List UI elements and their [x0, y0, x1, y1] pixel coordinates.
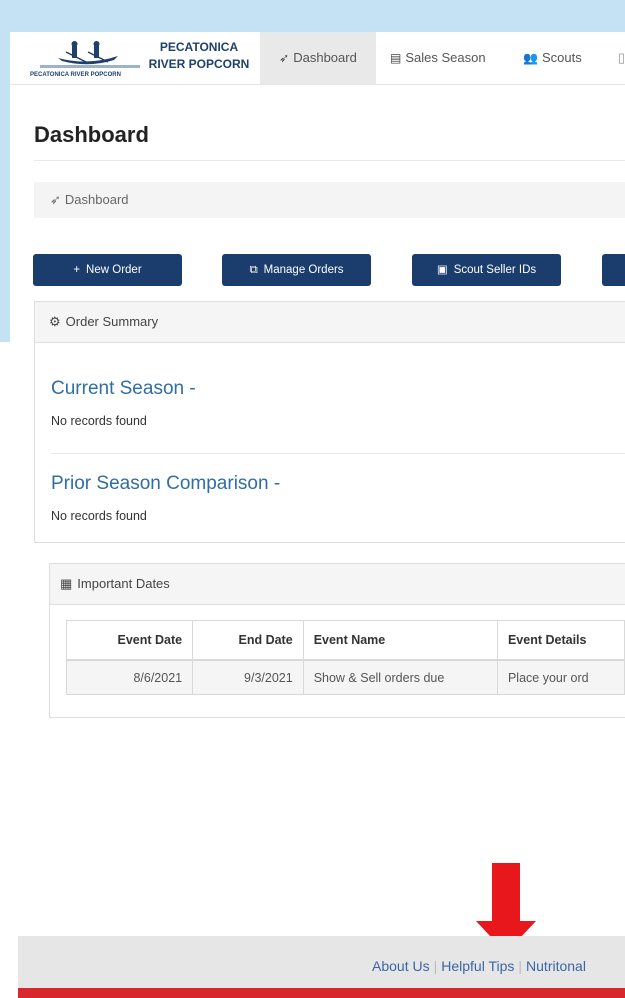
calendar-icon: ▦	[60, 576, 73, 591]
top-navbar: PECATONICA RIVER POPCORN PECATONICA RIVE…	[10, 32, 625, 85]
table-header-row: Event Date End Date Event Name Event Det…	[65, 620, 625, 661]
current-season-title: Current Season -	[51, 378, 196, 399]
cell-event-name: Show & Sell orders due	[302, 659, 498, 695]
users-icon: 👥	[523, 51, 538, 65]
logo-subtext: PECATONICA RIVER POPCORN	[30, 72, 121, 78]
cogs-icon: ⚙	[49, 314, 61, 329]
annotation-arrow-shaft	[492, 863, 520, 921]
nav-scouts-label: Scouts	[541, 50, 582, 65]
order-summary-panel: ⚙ Order Summary Current Season - No recor…	[34, 301, 625, 543]
nav-dashboard[interactable]: ➶ Dashboard	[260, 32, 376, 84]
column-header-event-date[interactable]: Event Date	[65, 620, 194, 661]
prior-season-empty: No records found	[51, 509, 147, 523]
footer-link-about-us[interactable]: About Us	[372, 958, 430, 974]
footer-separator: |	[433, 958, 438, 974]
footer-separator: |	[518, 958, 523, 974]
rocket-icon: ➶	[50, 192, 61, 207]
footer-red-bar	[18, 988, 625, 998]
logo-tagline-line	[40, 65, 140, 68]
brand-name[interactable]: PECATONICA RIVER POPCORN	[144, 39, 254, 73]
breadcrumb-dashboard[interactable]: Dashboard	[65, 192, 129, 207]
cell-event-details: Place your ord	[496, 659, 625, 695]
id-card-icon: ▣	[436, 264, 448, 276]
brand-name-line1: PECATONICA	[159, 40, 239, 54]
current-season-empty: No records found	[51, 414, 147, 428]
scout-seller-ids-button[interactable]: ▣ Scout Seller IDs	[412, 254, 561, 286]
rocket-icon: ➶	[279, 51, 290, 65]
page-title: Dashboard	[34, 122, 149, 147]
footer-link-nutritional[interactable]: Nutritonal	[526, 958, 586, 974]
column-header-event-name[interactable]: Event Name	[302, 620, 498, 661]
background-top	[0, 0, 625, 32]
file-icon: ▤	[390, 51, 402, 65]
column-header-event-details[interactable]: Event Details	[496, 620, 625, 661]
footer-link-helpful-tips[interactable]: Helpful Tips	[441, 958, 514, 974]
footer: About Us | Helpful Tips | Nutritonal	[18, 936, 625, 988]
brand-name-line2: RIVER POPCORN	[148, 57, 250, 71]
cell-event-date: 8/6/2021	[65, 659, 194, 695]
new-order-button[interactable]: + New Order	[33, 254, 182, 286]
breadcrumb: ➶ Dashboard	[34, 182, 625, 218]
page: PECATONICA RIVER POPCORN PECATONICA RIVE…	[10, 32, 625, 998]
nav-scouts[interactable]: 👥 Scouts	[523, 32, 582, 84]
important-dates-header: ▦ Important Dates	[50, 564, 625, 605]
manage-orders-label: Manage Orders	[263, 264, 344, 276]
nav-dashboard-label: Dashboard	[293, 50, 357, 65]
footer-links: About Us | Helpful Tips | Nutritonal	[372, 958, 586, 974]
section-divider	[51, 453, 625, 454]
canoe-logo-icon	[58, 41, 118, 65]
copy-icon: ⧉	[249, 264, 258, 276]
more-action-button[interactable]	[602, 254, 625, 286]
background-left	[0, 32, 10, 342]
nav-sales-season[interactable]: ▤ Sales Season	[390, 32, 486, 84]
new-order-label: New Order	[86, 264, 142, 276]
important-dates-table: Event Date End Date Event Name Event Det…	[65, 620, 625, 695]
manage-orders-button[interactable]: ⧉ Manage Orders	[222, 254, 371, 286]
brand-logo[interactable]: PECATONICA RIVER POPCORN	[30, 38, 148, 78]
nav-sales-season-label: Sales Season	[405, 50, 486, 65]
table-row: 8/6/2021 9/3/2021 Show & Sell orders due…	[65, 659, 625, 695]
important-dates-title: Important Dates	[77, 576, 170, 591]
order-summary-header: ⚙ Order Summary	[35, 302, 625, 343]
order-summary-title: Order Summary	[65, 314, 159, 329]
title-divider	[34, 160, 625, 161]
column-header-end-date[interactable]: End Date	[192, 620, 304, 661]
plus-icon: +	[73, 264, 81, 276]
scout-seller-ids-label: Scout Seller IDs	[453, 264, 537, 276]
nav-more-cut-off[interactable]: ▯	[618, 32, 625, 84]
prior-season-title: Prior Season Comparison -	[51, 473, 281, 494]
cell-end-date: 9/3/2021	[192, 659, 304, 695]
